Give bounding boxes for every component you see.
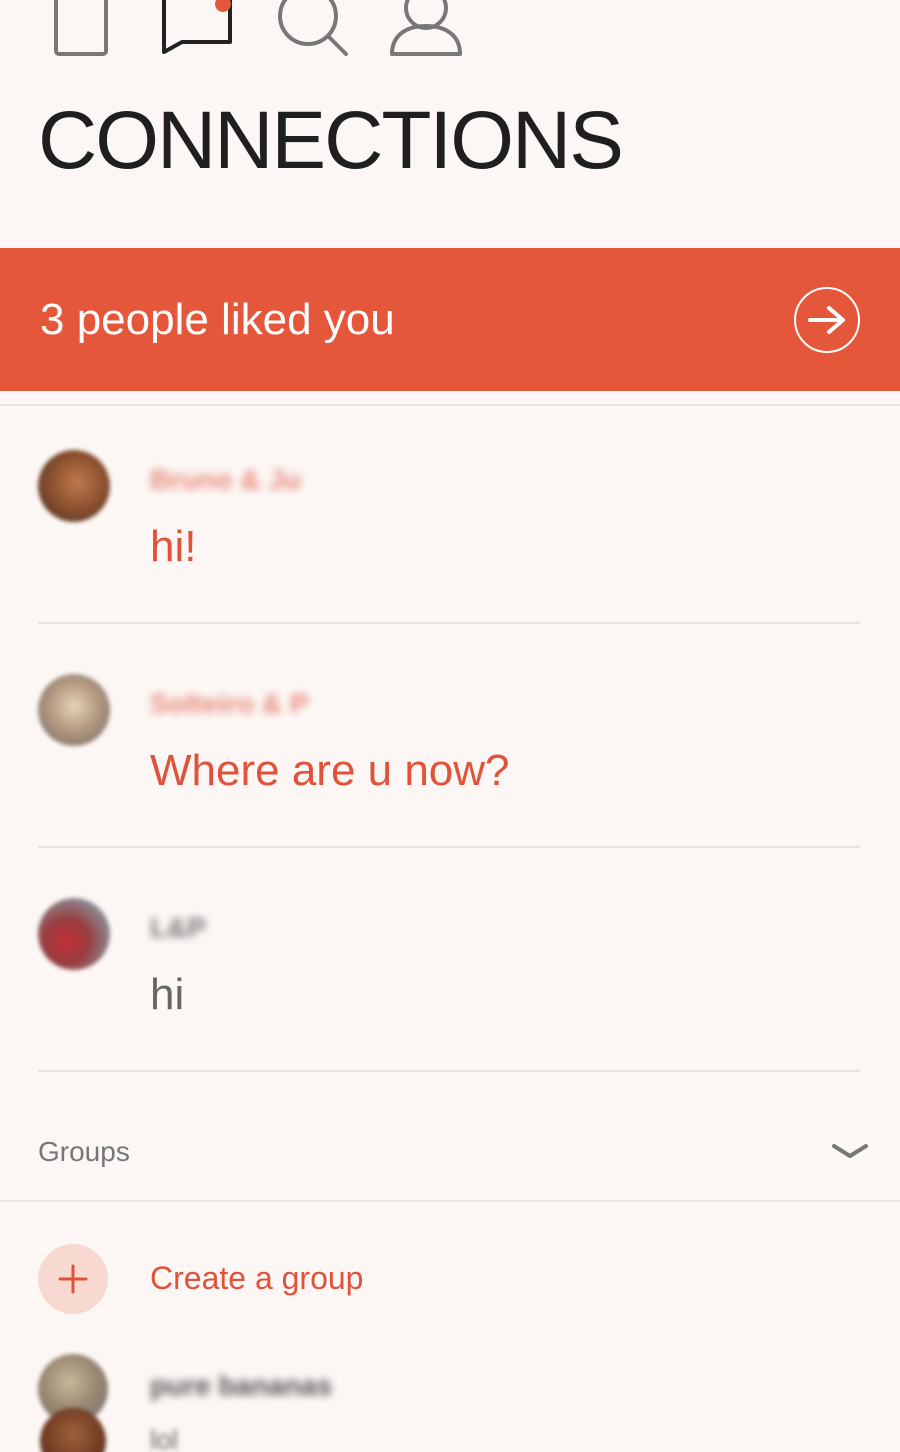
section-divider — [0, 1200, 900, 1202]
connections-screen: CONNECTIONS 3 people liked you Bruno & J… — [0, 0, 900, 1452]
likes-banner-text: 3 people liked you — [40, 294, 395, 344]
chevron-down-icon[interactable] — [830, 1140, 870, 1169]
arrow-right-icon[interactable] — [794, 286, 860, 353]
chat-icon[interactable] — [160, 0, 234, 56]
cards-icon[interactable] — [52, 0, 110, 56]
avatar — [38, 674, 110, 746]
avatar — [38, 450, 110, 522]
groups-label: Groups — [38, 1136, 130, 1167]
conversation-item[interactable]: Solteiro & P Where are u now? — [0, 624, 900, 848]
groups-header[interactable]: Groups — [0, 1120, 900, 1200]
create-group-label: Create a group — [150, 1260, 364, 1296]
profile-icon[interactable] — [388, 0, 464, 58]
last-message: hi — [150, 970, 185, 1019]
page-title: CONNECTIONS — [38, 95, 624, 186]
likes-banner[interactable]: 3 people liked you — [0, 248, 900, 391]
search-icon[interactable] — [274, 0, 350, 58]
group-name: pure bananas — [150, 1370, 333, 1401]
top-navigation — [0, 0, 900, 70]
contact-name: Solteiro & P — [150, 688, 309, 719]
create-group-button[interactable]: Create a group — [0, 1240, 900, 1320]
row-divider — [38, 1070, 860, 1072]
contact-name: L&P — [150, 912, 206, 943]
avatar — [38, 898, 110, 970]
last-message: hi! — [150, 522, 197, 571]
contact-name: Bruno & Ju — [150, 464, 301, 495]
plus-icon — [38, 1244, 108, 1314]
conversation-item[interactable]: Bruno & Ju hi! — [0, 400, 900, 624]
conversation-item[interactable]: L&P hi — [0, 848, 900, 1072]
last-message: Where are u now? — [150, 746, 510, 795]
group-last-message: lol — [150, 1424, 179, 1452]
group-list-item[interactable]: pure bananas lol — [0, 1350, 900, 1452]
